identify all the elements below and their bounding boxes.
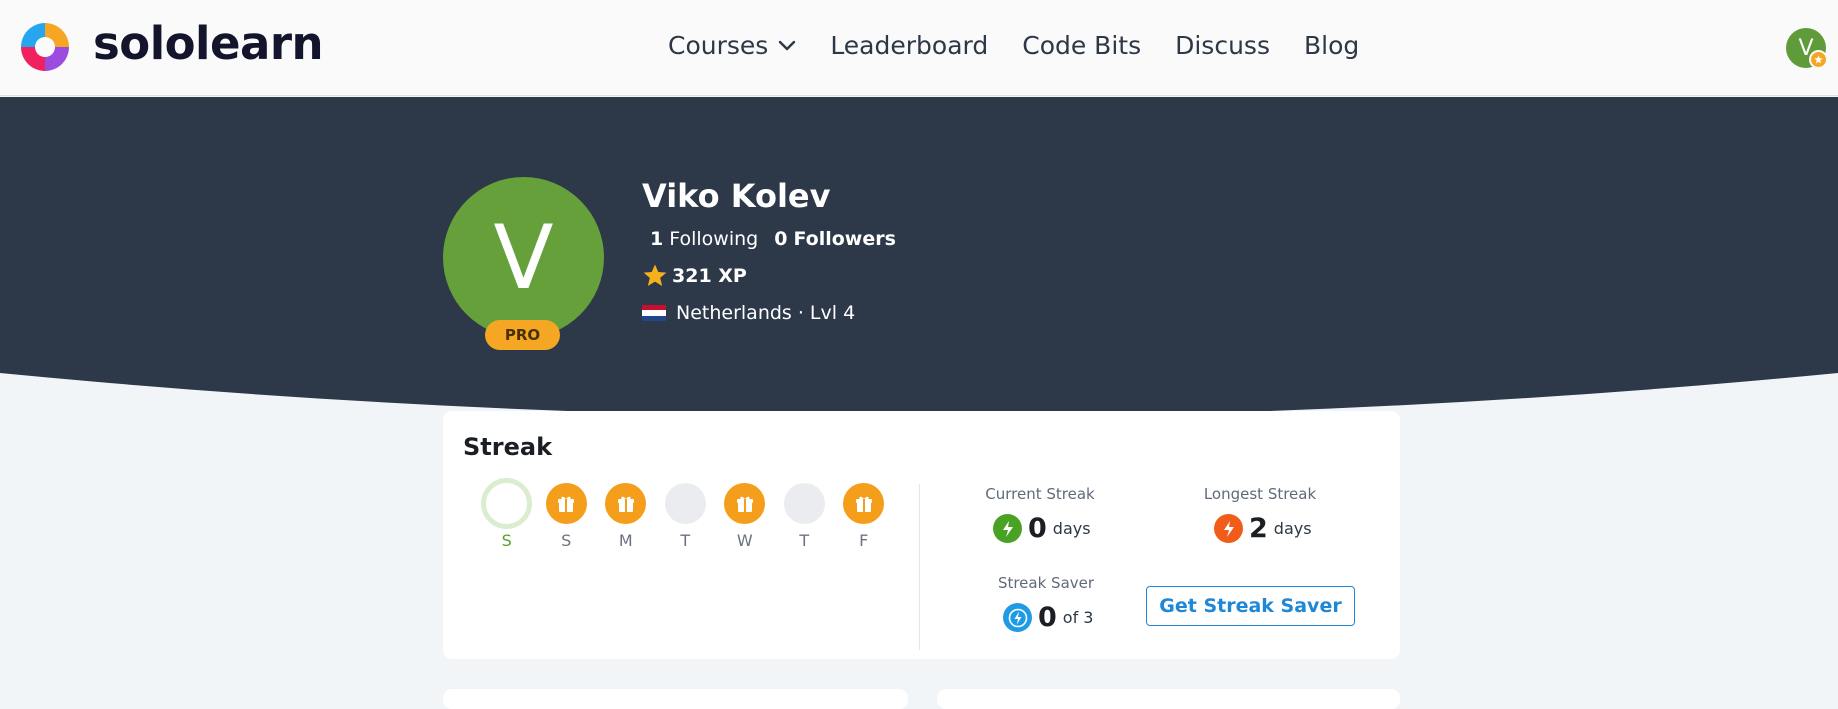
xp-value: 321 XP [672, 265, 747, 287]
shield-lightning-icon [1003, 603, 1032, 632]
brand-wordmark[interactable]: sololearn [93, 16, 324, 72]
chevron-down-icon [779, 40, 796, 51]
followers-link[interactable]: 0 Followers [774, 226, 896, 252]
sololearn-logo-icon[interactable] [15, 17, 75, 77]
empty-day-icon [664, 483, 706, 524]
location-row: Netherlands · Lvl 4 [642, 299, 855, 327]
bottom-card-right [937, 689, 1400, 709]
profile-name: Viko Kolev [642, 177, 831, 215]
day-label: T [799, 531, 810, 550]
gift-icon [843, 483, 885, 524]
day-item: S [477, 478, 537, 551]
streak-saver-unit: of 3 [1062, 608, 1094, 627]
netherlands-flag-icon [642, 305, 666, 321]
current-streak-label: Current Streak [985, 485, 1095, 503]
pro-badge: PRO [485, 320, 560, 350]
xp-row: 321 XP [642, 262, 747, 290]
current-streak-value: 0 days [993, 513, 1091, 544]
longest-streak-value: 2 days [1214, 513, 1312, 544]
day-label: T [680, 531, 691, 550]
location-level: Netherlands · Lvl 4 [676, 302, 856, 324]
streak-divider [919, 484, 920, 650]
streak-card: Streak S S M T W T F Current Streak 0 da… [443, 411, 1400, 659]
streak-saver-value: 0 of 3 [1003, 602, 1093, 633]
followers-count: 0 [774, 228, 788, 250]
following-count: 1 [650, 228, 664, 250]
today-ring-icon [481, 478, 533, 529]
streak-saver-number: 0 [1038, 602, 1057, 633]
longest-streak-label: Longest Streak [1203, 485, 1317, 503]
gift-icon [545, 483, 587, 524]
empty-day-icon [783, 483, 825, 524]
day-item: S [537, 483, 597, 551]
longest-streak-number: 2 [1249, 513, 1268, 544]
streak-title: Streak [463, 433, 553, 461]
following-label: Following [669, 228, 759, 250]
following-link[interactable]: 1 Following [650, 226, 758, 252]
day-item: W [715, 483, 775, 551]
longest-streak-unit: days [1273, 519, 1312, 538]
day-item: M [596, 483, 656, 551]
profile-avatar-initial: V [493, 205, 554, 309]
get-streak-saver-button[interactable]: Get Streak Saver [1146, 586, 1355, 626]
profile-avatar: V [443, 177, 604, 338]
main-nav: Courses Leaderboard Code Bits Discuss Bl… [668, 28, 1393, 64]
lightning-icon [993, 514, 1022, 543]
day-item: F [834, 483, 894, 551]
day-item: T [656, 483, 716, 551]
top-header: sololearn Courses Leaderboard Code Bits … [0, 0, 1838, 96]
day-label: S [501, 531, 512, 550]
pro-star-badge-icon [1809, 50, 1828, 69]
nav-code-bits[interactable]: Code Bits [1022, 28, 1141, 64]
day-item: T [775, 483, 835, 551]
nav-courses[interactable]: Courses [668, 28, 796, 64]
lightning-icon [1214, 514, 1243, 543]
follow-stats: 1 Following 0 Followers [650, 226, 912, 252]
nav-leaderboard[interactable]: Leaderboard [830, 28, 988, 64]
nav-discuss[interactable]: Discuss [1175, 28, 1270, 64]
gift-icon [724, 483, 766, 524]
day-label: M [618, 531, 633, 550]
bottom-card-left [443, 689, 908, 709]
gift-icon [605, 483, 647, 524]
followers-label: Followers [793, 228, 896, 250]
current-streak-number: 0 [1028, 513, 1047, 544]
star-icon [643, 264, 667, 286]
current-streak-unit: days [1052, 519, 1091, 538]
day-label: S [561, 531, 572, 550]
streak-saver-label: Streak Saver [997, 574, 1095, 592]
day-label: W [736, 531, 753, 550]
day-label: F [859, 531, 869, 550]
user-avatar-button[interactable]: V [1786, 28, 1828, 69]
nav-blog[interactable]: Blog [1304, 28, 1359, 64]
streak-week: S S M T W T F [477, 478, 894, 551]
nav-courses-label: Courses [668, 31, 769, 60]
